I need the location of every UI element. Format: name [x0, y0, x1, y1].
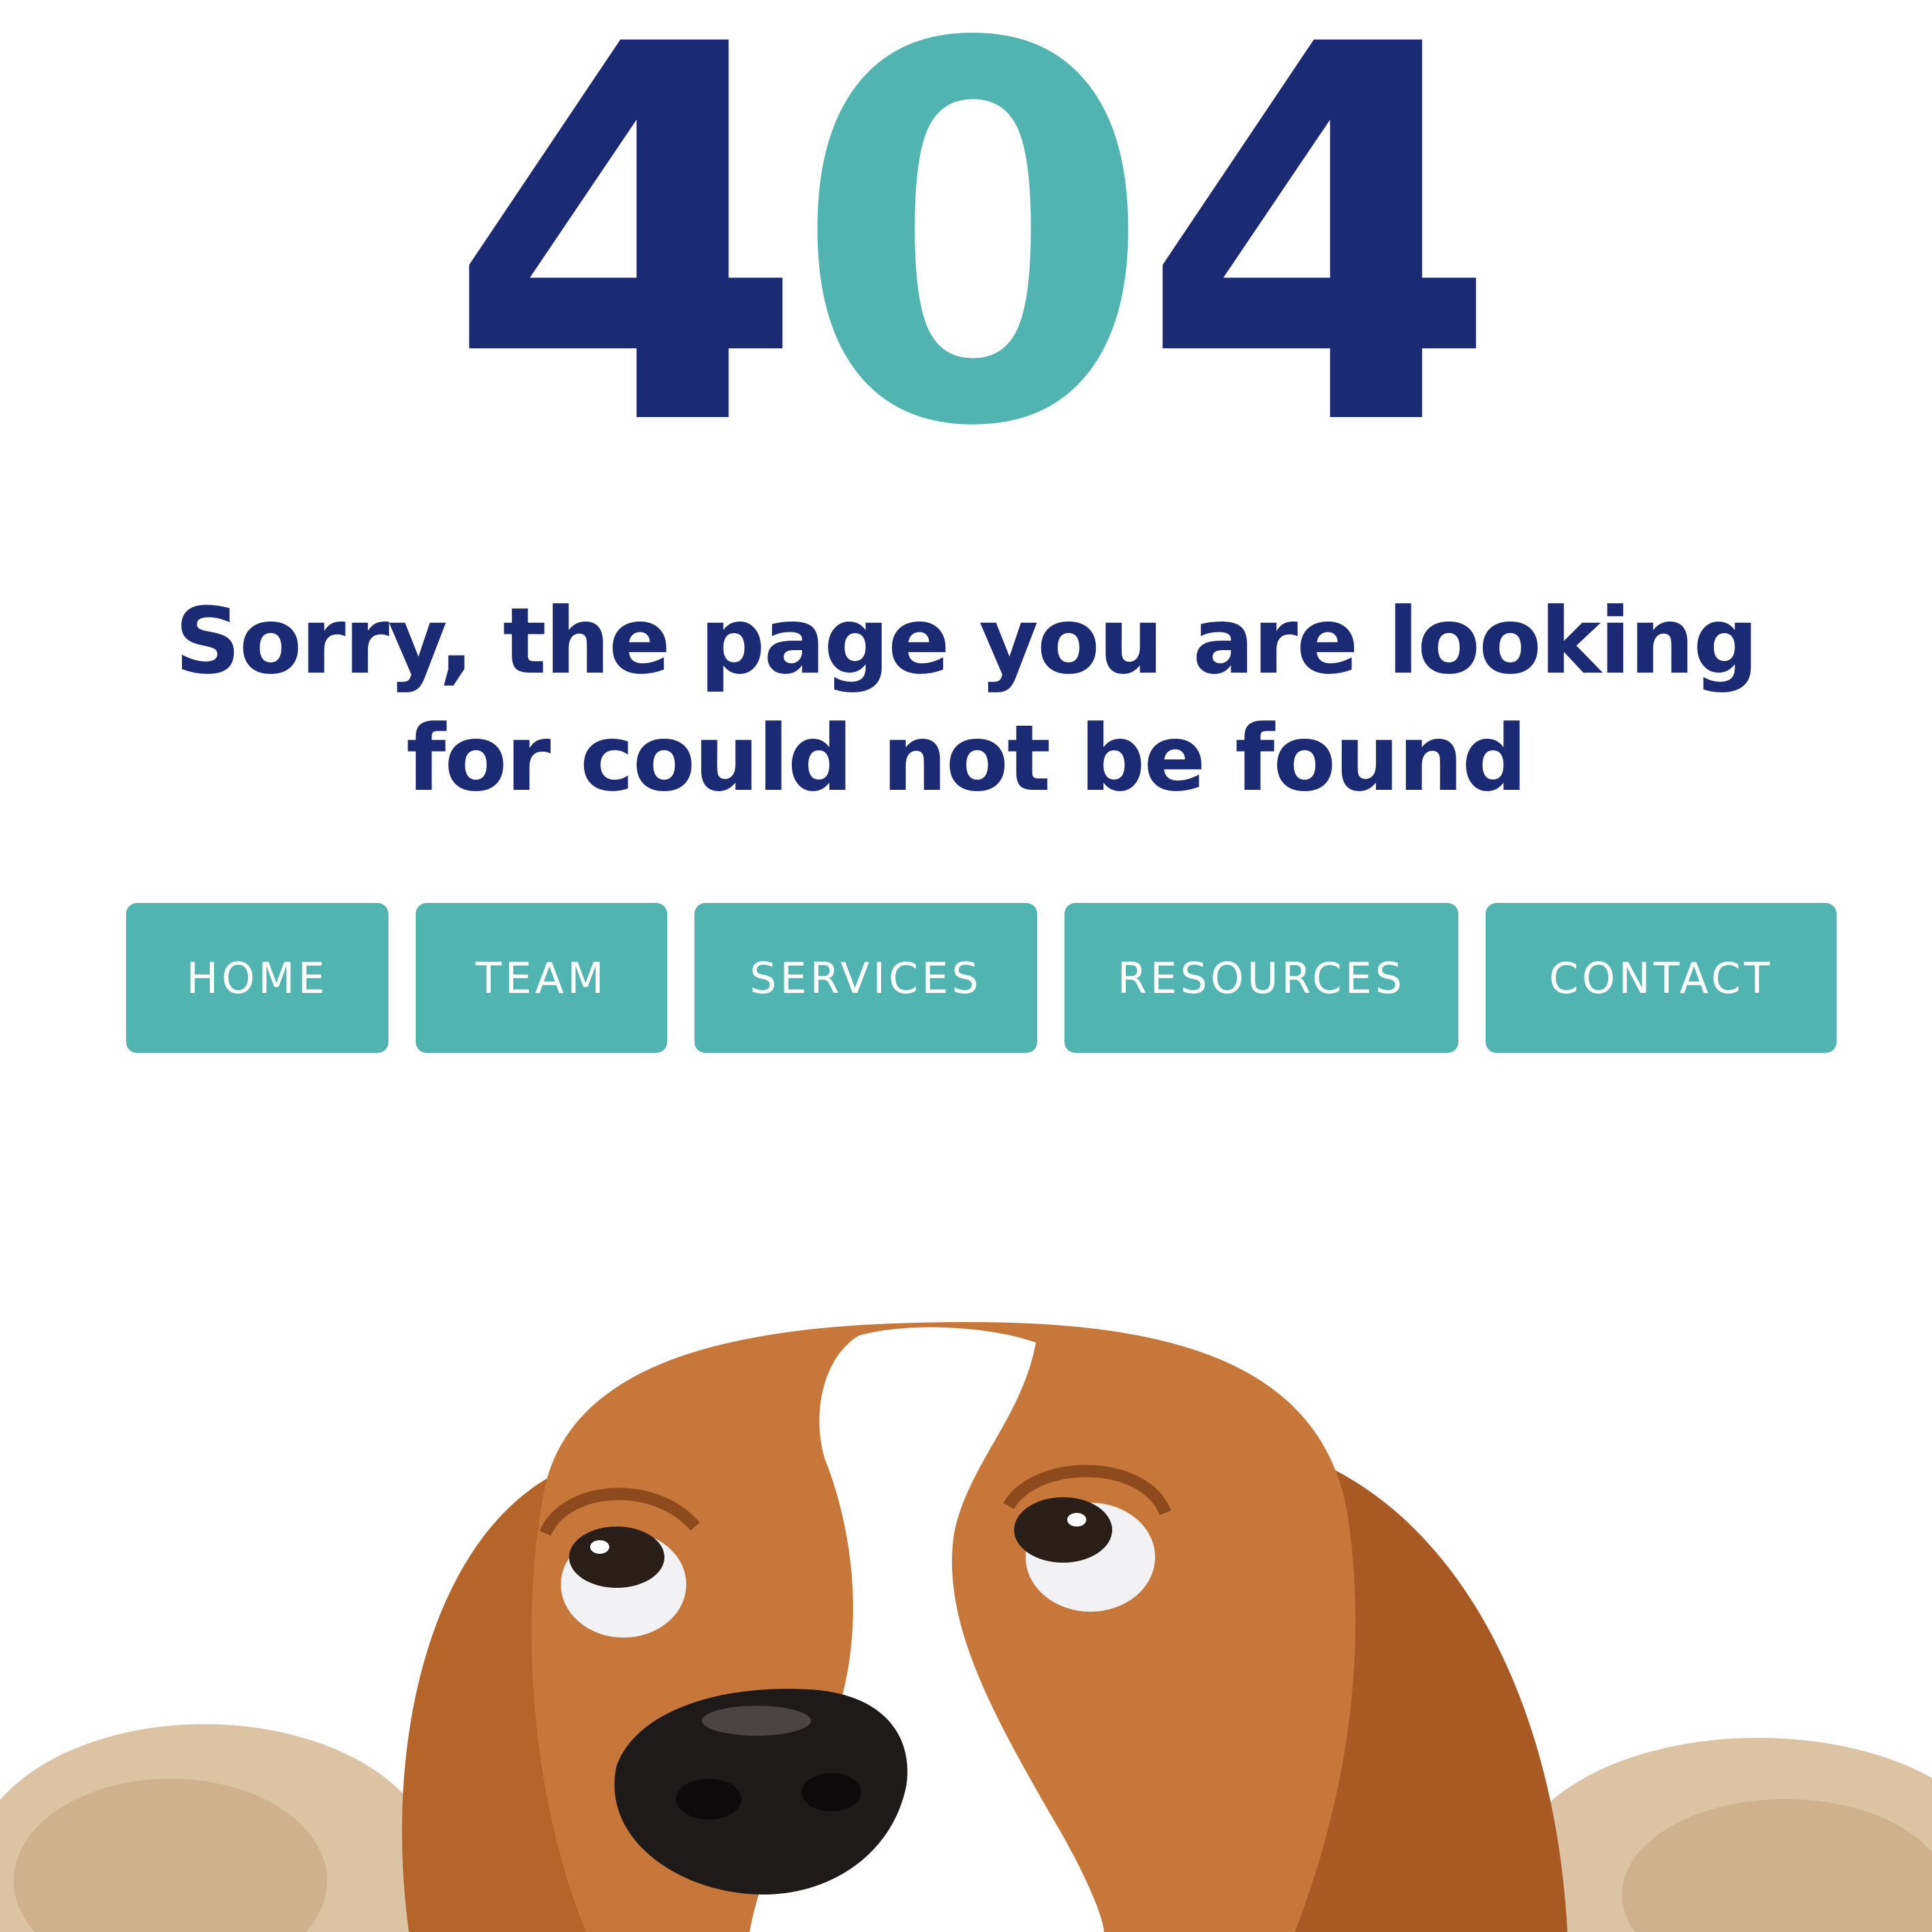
error-message: Sorry, the page you are looking for coul…: [0, 583, 1932, 817]
error-message-line-1: Sorry, the page you are looking: [174, 588, 1759, 694]
error-code-digit-0: 0: [793, 0, 1153, 540]
nav-team-button[interactable]: TEAM: [416, 903, 667, 1053]
error-message-line-2: for could not be found: [405, 705, 1527, 812]
error-code: 404: [0, 0, 1932, 540]
nav-home-button[interactable]: HOME: [126, 903, 388, 1053]
beagle-photo: [0, 1240, 1932, 1932]
error-code-digit-4-second: 4: [1139, 0, 1500, 540]
error-code-digit-4: 4: [446, 0, 806, 540]
beagle-illustration: [0, 1322, 1932, 1932]
nav-contact-button[interactable]: CONTACT: [1486, 903, 1837, 1053]
nav-services-button[interactable]: SERVICES: [694, 903, 1037, 1053]
navigation-buttons: HOME TEAM SERVICES RESOURCES CONTACT: [0, 903, 1932, 1053]
nav-resources-button[interactable]: RESOURCES: [1064, 903, 1458, 1053]
